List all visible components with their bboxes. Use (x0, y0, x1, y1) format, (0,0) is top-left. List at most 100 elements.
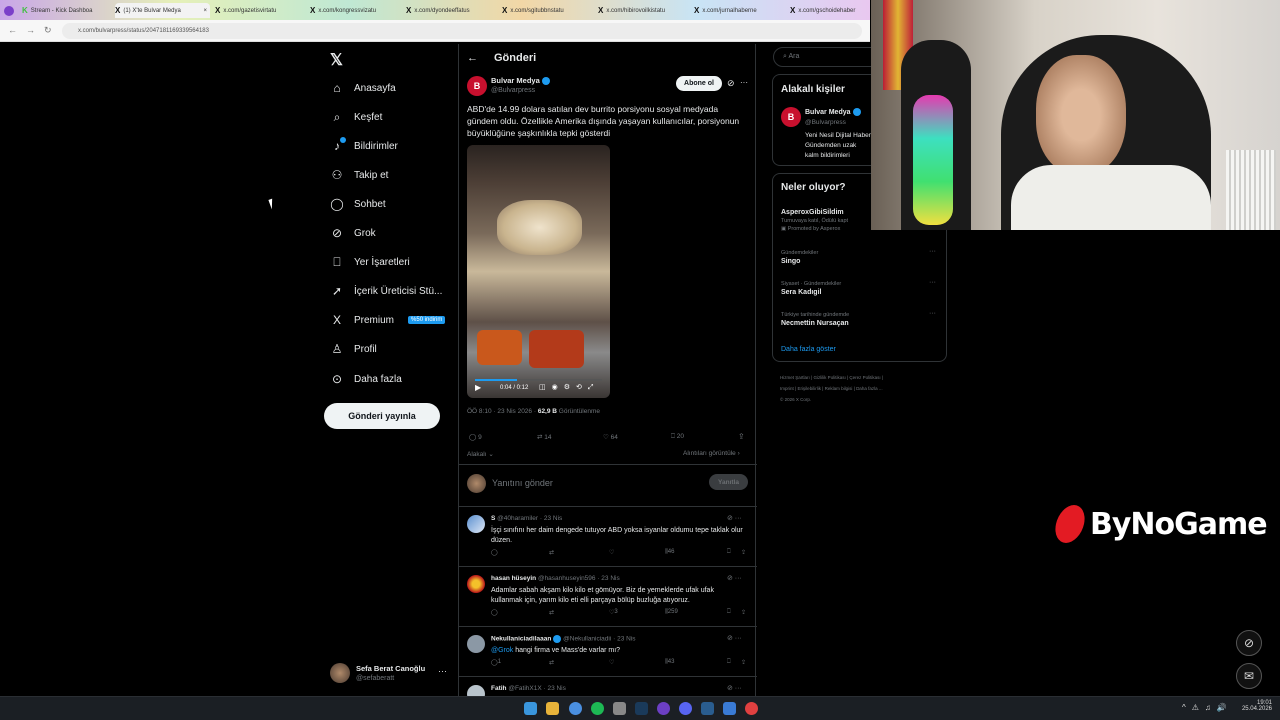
windows-start-icon[interactable] (524, 702, 537, 715)
play-icon[interactable]: ▶ (475, 383, 481, 392)
tab-8[interactable]: Xx.com/gschoidehaber (790, 3, 868, 18)
system-tray-icons[interactable]: ^⚠♫🔊 (1182, 703, 1233, 712)
tab-6[interactable]: Xx.com/hibirovoilkistatu (598, 3, 683, 18)
video-controls-icons[interactable]: ◫◉⚙⟲⤢ (539, 383, 599, 392)
share-icon[interactable]: ⇪ (741, 549, 746, 556)
avatar[interactable]: B (781, 107, 801, 127)
grok-icon[interactable]: ⊘ (1236, 630, 1262, 656)
more-icon[interactable]: ··· (929, 248, 936, 255)
sort-relevant-button[interactable]: Alakalı ⌄ (467, 450, 494, 458)
reload-icon[interactable]: ↻ (44, 25, 52, 36)
post-video[interactable]: ▶ 0:04 / 0:12 ◫◉⚙⟲⤢ (467, 145, 610, 398)
views-icon[interactable]: ⫼ 43 (665, 659, 674, 666)
repost-action[interactable]: ⇄ 14 (537, 433, 552, 441)
reply-icon[interactable]: ◯ 1 (491, 659, 501, 666)
app-icon[interactable] (723, 702, 736, 715)
bookmark-icon[interactable]: ⎕ (727, 549, 731, 556)
reply-icon[interactable]: ◯ (491, 549, 498, 556)
app-icon[interactable] (635, 702, 648, 715)
grok-icon[interactable]: ⊘ ··· (727, 514, 742, 522)
tab-0[interactable]: K Stream - Kick Dashboa (22, 3, 112, 18)
grok-icon[interactable]: ⊘ ··· (727, 634, 742, 642)
nav-home[interactable]: ⌂ Anasayfa (330, 81, 395, 95)
steam-icon[interactable] (701, 702, 714, 715)
clock[interactable]: 19:01 25.04.2026 (1240, 700, 1272, 712)
related-name[interactable]: Bulvar Medya (805, 108, 861, 116)
browser-menu-button[interactable] (4, 3, 18, 18)
bookmark-action[interactable]: ⎕ 20 (671, 433, 684, 441)
account-switcher[interactable]: Sefa Berat Canoğlu @sefaberatt ··· (328, 661, 452, 687)
nav-follow[interactable]: ⚇ Takip et (330, 168, 389, 182)
reply-input[interactable]: Yanıtını gönder (492, 478, 553, 488)
post-button[interactable]: Gönderi yayınla (324, 403, 440, 429)
back-arrow-icon[interactable]: ← (467, 52, 478, 64)
more-icon[interactable]: ··· (438, 666, 447, 676)
repost-icon[interactable]: ⇄ (549, 659, 554, 666)
more-icon[interactable]: ··· (740, 78, 748, 87)
tab-3[interactable]: Xx.com/kongressvizatu (310, 3, 395, 18)
view-quotes-link[interactable]: Alıntıları görüntüle › (683, 450, 740, 457)
show-more-link[interactable]: Daha fazla göster (781, 346, 836, 353)
share-icon[interactable]: ⇪ (741, 659, 746, 666)
app-icon[interactable] (745, 702, 758, 715)
author-name[interactable]: Bulvar Medya (491, 76, 550, 86)
forward-icon[interactable]: → (26, 25, 35, 35)
nav-creator-studio[interactable]: ➚ İçerik Üreticisi Stü... (330, 284, 442, 298)
more-icon[interactable]: ··· (929, 279, 936, 286)
nav-grok[interactable]: ⊘ Grok (330, 226, 376, 240)
heart-icon[interactable]: ♡ 3 (609, 609, 618, 616)
nav-premium[interactable]: X Premium %50 indirim (330, 313, 446, 327)
repost-icon[interactable]: ⇄ (549, 549, 554, 556)
nav-notifications[interactable]: ♪ Bildirimler (330, 137, 398, 153)
nav-explore[interactable]: ⌕ Keşfet (330, 110, 383, 124)
discord-icon[interactable] (679, 702, 692, 715)
app-icon[interactable] (613, 702, 626, 715)
video-progress-track[interactable] (475, 379, 602, 381)
reply-submit-button[interactable]: Yanıtla (709, 474, 748, 490)
reply-item[interactable]: Nekullaniciadilaaan @Nekullaniciadii · 2… (459, 626, 757, 676)
trend-item[interactable]: Gündemdekiler Singo (781, 250, 818, 265)
tab-1[interactable]: X (1) X'te Bulvar Medya × (115, 3, 210, 18)
reply-item[interactable]: hasan hüseyin @hasanhuseyin596 · 23 Nis … (459, 566, 757, 626)
bookmark-icon[interactable]: ⎕ (727, 609, 731, 616)
reply-icon[interactable]: ◯ (491, 609, 498, 616)
share-icon[interactable]: ⇪ (738, 432, 745, 441)
reply-action[interactable]: ◯ 9 (469, 433, 482, 441)
repost-icon[interactable]: ⇄ (549, 609, 554, 616)
tab-4[interactable]: Xx.com/dyondeeffatus (406, 3, 491, 18)
grok-icon[interactable]: ⊘ ··· (727, 574, 742, 582)
file-explorer-icon[interactable] (546, 702, 559, 715)
tab-7[interactable]: Xx.com/jurnalhaberne (694, 3, 779, 18)
like-action[interactable]: ♡ 64 (603, 433, 618, 441)
mention-link[interactable]: @Grok (491, 647, 513, 654)
messages-icon[interactable]: ✉ (1236, 663, 1262, 689)
nav-profile[interactable]: ♙ Profil (330, 342, 377, 356)
follow-button[interactable]: Abone ol (676, 76, 722, 91)
tab-2[interactable]: Xx.com/gazetisvirtatu (215, 3, 300, 18)
author-avatar[interactable]: B (467, 76, 487, 96)
heart-icon[interactable]: ♡ (609, 659, 614, 666)
url-input[interactable]: x.com/bulvarpress/status/204718116933956… (62, 23, 862, 39)
spotify-icon[interactable] (591, 702, 604, 715)
reply-item[interactable]: S @40haramiler · 23 Nis ⊘ ··· İşçi sınıf… (459, 506, 757, 566)
grok-icon[interactable]: ⊘ ··· (727, 684, 742, 692)
trend-item[interactable]: Siyaset · Gündemdekiler Sera Kadıgil (781, 281, 841, 296)
share-icon[interactable]: ⇪ (741, 609, 746, 616)
trend-item[interactable]: Türkiye tarihinde gündemde Necmettin Nur… (781, 312, 849, 327)
chrome-icon[interactable] (569, 702, 582, 715)
bookmark-icon[interactable]: ⎕ (727, 659, 731, 666)
close-tab-icon[interactable]: × (203, 8, 210, 14)
twitch-icon[interactable] (657, 702, 670, 715)
nav-bookmarks[interactable]: ⎕ Yer İşaretleri (330, 255, 409, 269)
grok-icon[interactable]: ⊘ (727, 78, 735, 89)
reply-item[interactable]: Fatih @FatihX1X · 23 Nis ⊘ ··· (459, 676, 757, 703)
views-icon[interactable]: ⫼ 46 (665, 549, 674, 556)
nav-chat[interactable]: ◯ Sohbet (330, 197, 385, 211)
x-logo-icon[interactable]: 𝕏 (330, 50, 343, 70)
back-icon[interactable]: ← (8, 25, 17, 35)
views-icon[interactable]: ⫼ 259 (665, 609, 678, 616)
search-input[interactable]: ⌕ Ara (773, 47, 883, 67)
more-icon[interactable]: ··· (929, 310, 936, 317)
heart-icon[interactable]: ♡ (609, 549, 614, 556)
trend-item[interactable]: AsperoxGibiSildim Turnuvaya katıl, Ödülü… (781, 207, 848, 232)
